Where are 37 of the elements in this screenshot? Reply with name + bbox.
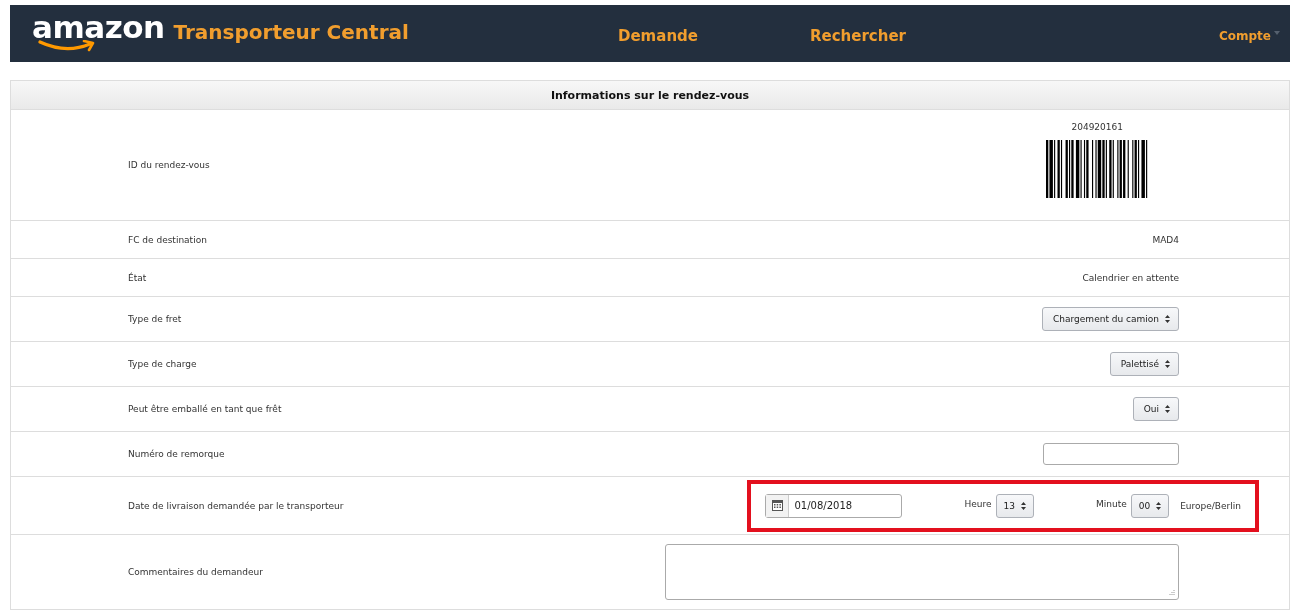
- dropdown-select[interactable]: Oui: [1132, 397, 1179, 421]
- appointment-id: 204920161: [1071, 122, 1123, 132]
- nav-link[interactable]: Rechercher: [810, 26, 906, 45]
- date-field[interactable]: 01/08/2018: [765, 493, 903, 518]
- field-label: État: [128, 272, 148, 283]
- field-value: MAD4: [1152, 234, 1179, 245]
- field-label: Numéro de remorque: [128, 449, 226, 459]
- updown-icon: [1021, 501, 1026, 510]
- dropdown-select[interactable]: Palettisé: [1109, 352, 1179, 376]
- updown-icon: [1165, 315, 1170, 323]
- field-label: ID du rendez-vous: [128, 160, 211, 170]
- calendar-icon: [766, 494, 790, 517]
- nav-link[interactable]: Compte: [1218, 28, 1280, 43]
- hour-select[interactable]: 13: [995, 493, 1034, 518]
- field-label: FC de destination: [128, 234, 208, 245]
- comments-field[interactable]: [665, 544, 1179, 600]
- field-label: Type de fret: [128, 314, 183, 324]
- field-label: Type de charge: [128, 359, 198, 369]
- timezone-text: Europe/Berlin: [1180, 500, 1241, 511]
- field-label: Date de livraison demandée par le transporteur: [128, 500, 345, 511]
- field-value: Calendrier en attente: [1082, 272, 1179, 283]
- dropdown-select[interactable]: Chargement du camion: [1042, 307, 1179, 331]
- minute-select[interactable]: 00: [1130, 493, 1170, 518]
- field-label: Peut être emballé en tant que frêt: [128, 404, 283, 414]
- hour-label: Heure: [964, 498, 992, 509]
- field-label: Commentaires du demandeur: [128, 567, 264, 577]
- minute-label: Minute: [1096, 498, 1127, 509]
- logo-text: amazon: [32, 15, 165, 39]
- updown-icon: [1156, 501, 1162, 510]
- updown-icon: [1165, 405, 1170, 413]
- trailer-number-field[interactable]: [1043, 443, 1179, 465]
- panel-title: Informations sur le rendez-vous: [550, 88, 750, 102]
- smile-arrow-icon: [38, 40, 96, 52]
- updown-icon: [1165, 360, 1170, 368]
- nav-link[interactable]: Demande: [618, 26, 698, 45]
- product-name: Transporteur Central: [173, 19, 409, 46]
- resize-grip-icon: [1169, 590, 1175, 596]
